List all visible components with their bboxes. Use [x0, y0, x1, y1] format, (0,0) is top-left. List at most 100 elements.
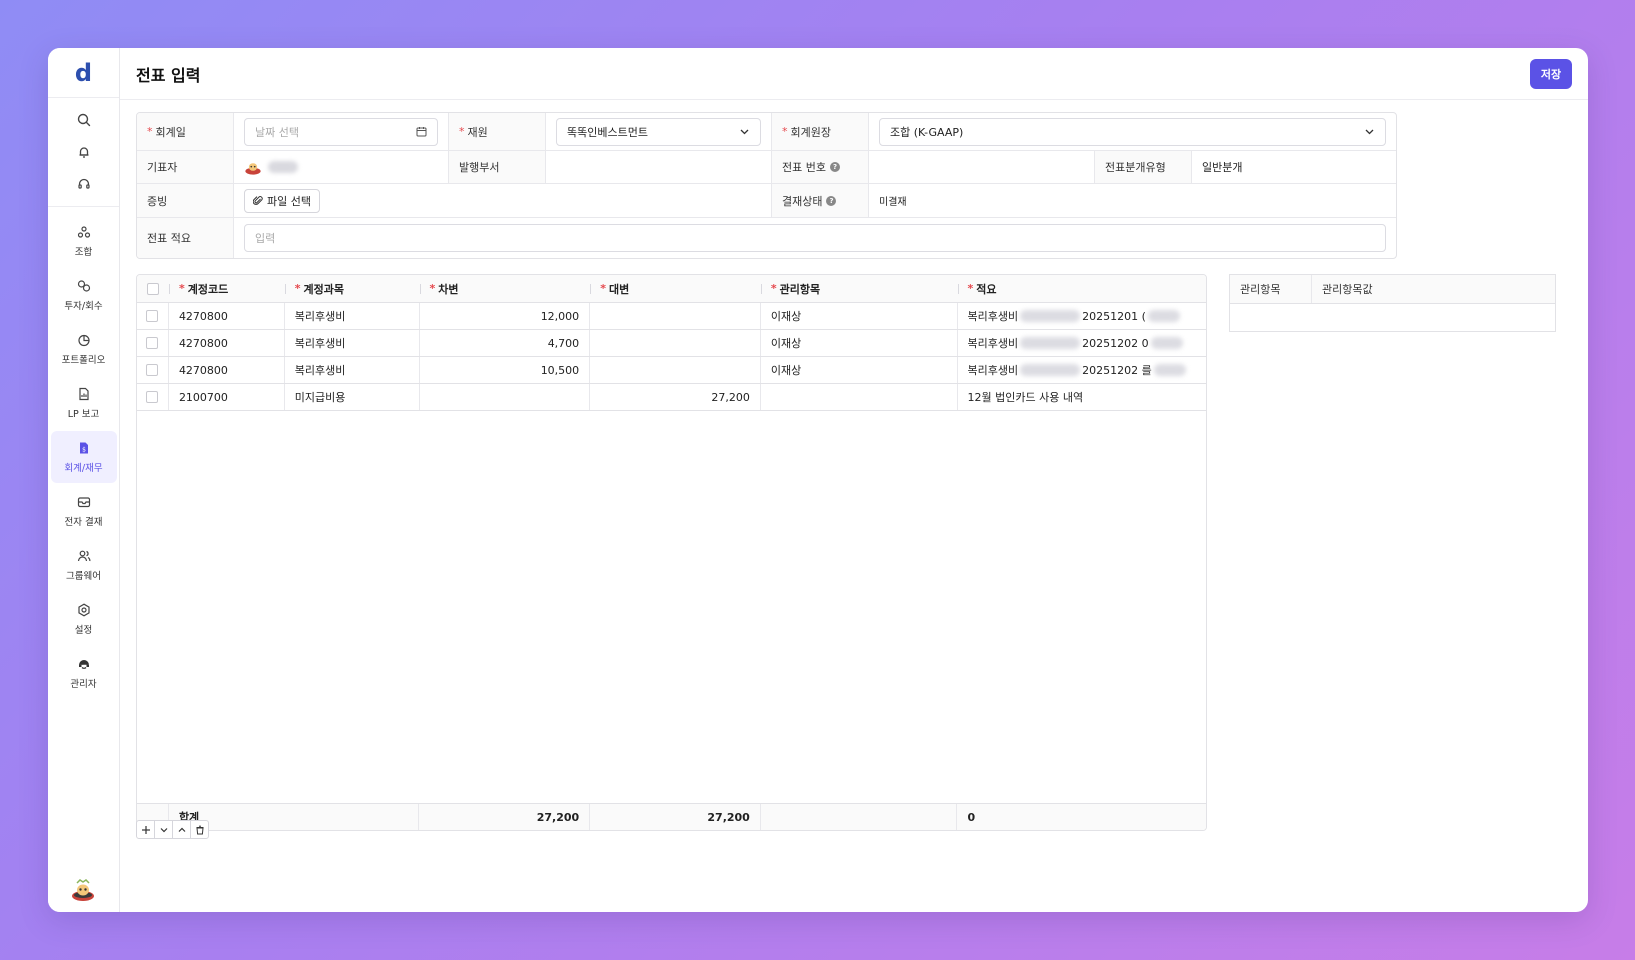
row-checkbox[interactable]: [146, 310, 159, 322]
cell-memo[interactable]: 복리후생비 20251202 0: [958, 330, 1207, 356]
sidebar-item-groupware[interactable]: 그룹웨어: [51, 539, 117, 591]
cell-credit[interactable]: [590, 303, 761, 329]
sidebar-item-settings[interactable]: 설정: [51, 593, 117, 645]
ledger-select[interactable]: 조합 (K-GAAP): [879, 117, 1386, 146]
summary-input[interactable]: 입력: [244, 224, 1386, 252]
report-icon: [78, 387, 89, 400]
user-avatar[interactable]: [70, 877, 96, 906]
cell-mgmt[interactable]: 이재상: [761, 330, 958, 356]
cell-account[interactable]: 복리후생비: [285, 303, 420, 329]
sidebar-item-portfolio[interactable]: 포트폴리오: [51, 323, 117, 375]
cell-code[interactable]: 4270800: [169, 357, 285, 383]
help-icon[interactable]: ?: [826, 195, 837, 206]
cell-code[interactable]: 2100700: [169, 384, 285, 410]
move-up-button[interactable]: [172, 820, 191, 839]
save-button[interactable]: 저장: [1530, 58, 1572, 89]
approval-label: 결재상태?: [772, 184, 869, 217]
row-checkbox[interactable]: [146, 391, 159, 403]
row-checkbox[interactable]: [146, 364, 159, 376]
cell-credit[interactable]: [590, 357, 761, 383]
col-header-account[interactable]: * 계정과목: [284, 275, 420, 302]
add-row-button[interactable]: [136, 820, 155, 839]
management-items-panel: 관리항목 관리항목값: [1229, 274, 1556, 332]
cell-debit[interactable]: 4,700: [420, 330, 591, 356]
col-header-mgmt[interactable]: * 관리항목: [760, 275, 958, 302]
headset-icon[interactable]: [48, 168, 119, 200]
cell-account[interactable]: 복리후생비: [285, 357, 420, 383]
sidebar-item-lp-report[interactable]: LP 보고: [51, 377, 117, 429]
file-select-button[interactable]: 파일 선택: [244, 188, 320, 213]
panel-col-item: 관리항목: [1230, 275, 1312, 303]
cell-mgmt[interactable]: 이재상: [761, 357, 958, 383]
ledger-label: * 회계원장: [772, 113, 869, 150]
cell-mgmt[interactable]: [761, 384, 958, 410]
approval-status: 미결재: [879, 197, 907, 208]
col-header-code[interactable]: * 계정코드: [168, 275, 285, 302]
form-row-3: 증빙 파일 선택 결재상태? 미결재: [137, 184, 1396, 218]
redacted-text: [1020, 337, 1081, 349]
cell-debit[interactable]: [420, 384, 591, 410]
sidebar-item-label: 그룹웨어: [66, 570, 101, 582]
total-difference: 0: [967, 810, 976, 824]
date-picker[interactable]: 날짜 선택: [244, 117, 438, 146]
sidebar-item-label: 투자/회수: [64, 300, 103, 312]
sidebar-item-accounting[interactable]: $ 회계/재무: [50, 431, 117, 483]
calendar-icon: [416, 127, 427, 137]
cell-memo[interactable]: 12월 법인카드 사용 내역: [958, 384, 1207, 410]
voucher-no-value: [869, 151, 1095, 183]
move-down-button[interactable]: [154, 820, 173, 839]
sidebar-item-label: 관리자: [70, 678, 97, 690]
sidebar-item-invest[interactable]: 투자/회수: [51, 269, 117, 321]
panel-col-value: 관리항목값: [1322, 283, 1373, 296]
sidebar-item-admin[interactable]: 관리자: [51, 647, 117, 699]
cell-memo[interactable]: 복리후생비 20251201 (: [958, 303, 1207, 329]
row-toolbar: [136, 820, 209, 839]
table-row[interactable]: 2100700 미지급비용 27,200 12월 법인카드 사용 내역: [137, 384, 1206, 411]
sidebar-item-union[interactable]: 조합: [51, 215, 117, 267]
sidebar-item-label: 설정: [74, 624, 93, 636]
fund-select[interactable]: 똑똑인베스트먼트: [556, 117, 761, 146]
cell-account[interactable]: 복리후생비: [285, 330, 420, 356]
table-row[interactable]: 4270800 복리후생비 12,000 이재상 복리후생비 20251201 (: [137, 303, 1206, 330]
help-icon[interactable]: ?: [829, 162, 840, 172]
table-row[interactable]: 4270800 복리후생비 4,700 이재상 복리후생비 20251202 0: [137, 330, 1206, 357]
form-row-1: * 회계일 날짜 선택 * 재원 똑똑인베스트먼트 * 회계원장 조합 (K-GAAP…: [137, 113, 1396, 151]
panel-header: 관리항목 관리항목값: [1230, 275, 1555, 304]
cell-debit[interactable]: 12,000: [420, 303, 591, 329]
cell-memo[interactable]: 복리후생비 20251202 를: [958, 357, 1207, 383]
sidebar-item-approval[interactable]: 전자 결재: [51, 485, 117, 537]
search-icon[interactable]: [48, 104, 119, 136]
bell-icon[interactable]: [48, 136, 119, 168]
cell-credit[interactable]: [590, 330, 761, 356]
plus-icon: [141, 825, 150, 834]
cell-code[interactable]: 4270800: [169, 303, 285, 329]
row-checkbox[interactable]: [146, 337, 159, 349]
redacted-text: [1150, 337, 1183, 349]
cell-code[interactable]: 4270800: [169, 330, 285, 356]
delete-row-button[interactable]: [190, 820, 209, 839]
select-all-checkbox[interactable]: [146, 282, 159, 295]
table-row[interactable]: 4270800 복리후생비 10,500 이재상 복리후생비 20251202 를: [137, 357, 1206, 384]
form-row-2: 기표자 발행부서 전표 번호? 전표분개유형 일반분개: [137, 151, 1396, 184]
voucher-type-value: 일반분개: [1202, 161, 1243, 174]
app-logo[interactable]: d: [48, 48, 119, 98]
invest-icon: [77, 279, 90, 292]
form-row-4: 전표 적요 입력: [137, 218, 1396, 258]
cell-credit[interactable]: 27,200: [590, 384, 761, 410]
dept-value: [546, 151, 772, 183]
voucher-form: * 회계일 날짜 선택 * 재원 똑똑인베스트먼트 * 회계원장 조합 (K-GAAP…: [136, 112, 1397, 259]
dept-label: 발행부서: [449, 151, 546, 183]
col-header-debit[interactable]: * 차변: [419, 275, 591, 302]
col-header-memo[interactable]: * 적요: [957, 275, 1207, 302]
sidebar: d 조합 투자/회수 포트폴리오 LP 보고 $ 회계/재무 전자 결재 그룹웨…: [48, 48, 120, 912]
app-window: d 조합 투자/회수 포트폴리오 LP 보고 $ 회계/재무 전자 결재 그룹웨…: [48, 48, 1588, 912]
cell-debit[interactable]: 10,500: [420, 357, 591, 383]
cell-account[interactable]: 미지급비용: [285, 384, 420, 410]
admin-icon: [78, 659, 89, 669]
paperclip-icon: [253, 196, 263, 205]
writer-label: 기표자: [137, 151, 234, 183]
col-header-credit[interactable]: * 대변: [590, 275, 761, 302]
sidebar-item-label: 전자 결재: [64, 516, 103, 528]
cell-mgmt[interactable]: 이재상: [761, 303, 958, 329]
page-title: 전표 입력: [136, 65, 201, 85]
